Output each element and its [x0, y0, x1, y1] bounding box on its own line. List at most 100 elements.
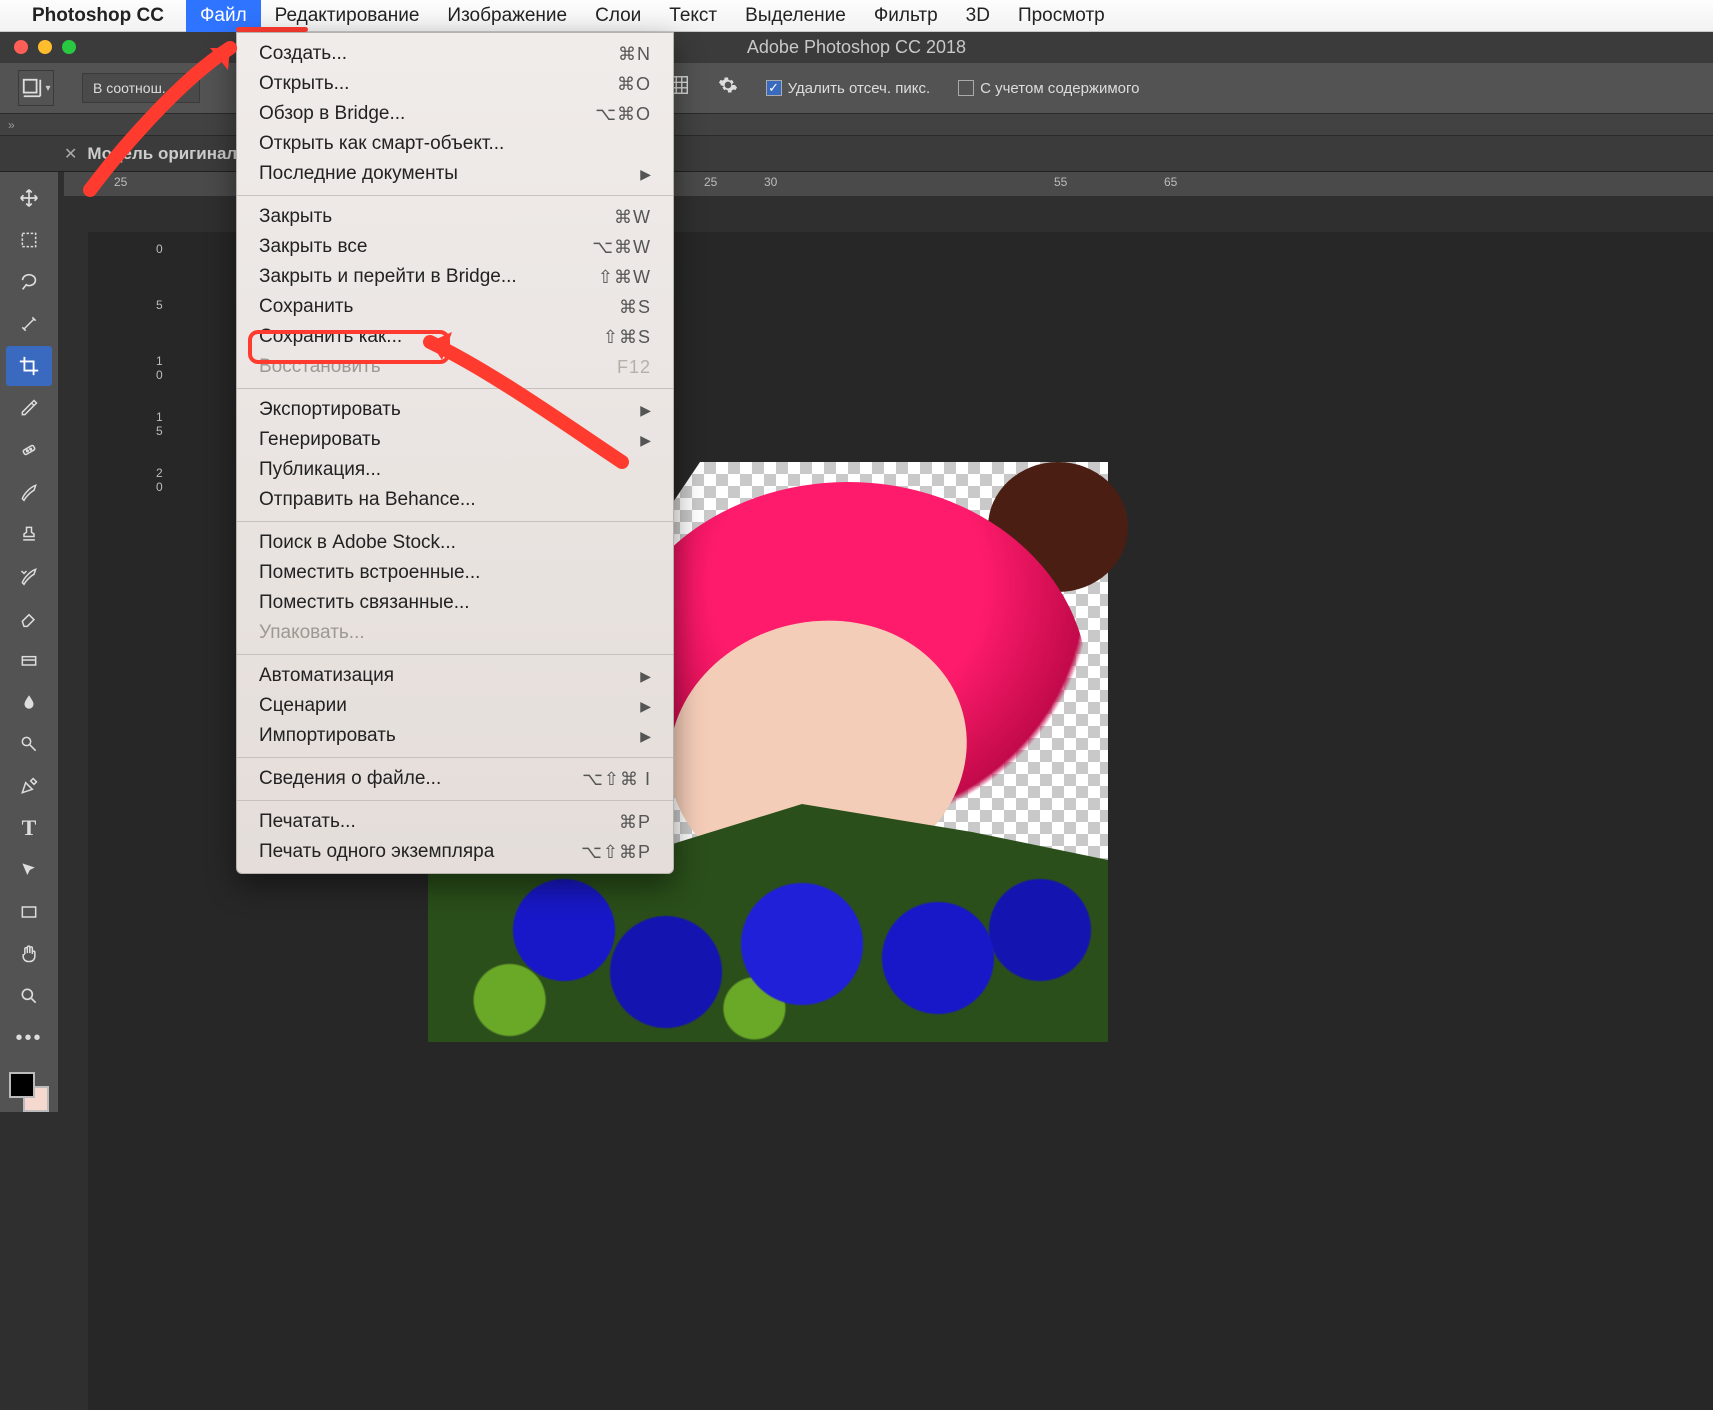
ruler-tick: 1 0: [156, 354, 163, 382]
menu-item[interactable]: Экспортировать▶: [237, 395, 673, 425]
window-minimize-button[interactable]: [38, 40, 52, 54]
menu-item-слои[interactable]: Слои: [581, 0, 655, 32]
menu-item-label: Сохранить: [259, 296, 619, 318]
menu-item[interactable]: Открыть как смарт-объект...: [237, 129, 673, 159]
color-swatch[interactable]: [9, 1072, 49, 1112]
tool-crop[interactable]: [6, 346, 52, 386]
tool-bucket[interactable]: [6, 640, 52, 680]
tool-preset-picker[interactable]: ▾: [18, 70, 54, 106]
tool-pen[interactable]: [6, 766, 52, 806]
menu-item[interactable]: Закрыть все⌥⌘W: [237, 232, 673, 262]
menu-shortcut: ⇧⌘S: [603, 327, 651, 348]
submenu-arrow-icon: ▶: [640, 698, 651, 715]
menu-item[interactable]: Печать одного экземпляра⌥⇧⌘P: [237, 837, 673, 867]
menu-shortcut: ⌥⇧⌘P: [581, 842, 651, 863]
menu-shortcut: ⌘S: [619, 297, 651, 318]
menu-item[interactable]: Автоматизация▶: [237, 661, 673, 691]
menu-item[interactable]: Сведения о файле...⌥⇧⌘ I: [237, 764, 673, 794]
tools-panel: T •••: [0, 172, 58, 1112]
tool-zoom[interactable]: [6, 976, 52, 1016]
tool-eyedropper[interactable]: [6, 388, 52, 428]
menu-item-label: Упаковать...: [259, 622, 651, 644]
menu-item-3d[interactable]: 3D: [952, 0, 1004, 32]
menu-item[interactable]: Поместить встроенные...: [237, 558, 673, 588]
tool-more[interactable]: •••: [6, 1018, 52, 1058]
menu-item-текст[interactable]: Текст: [655, 0, 731, 32]
menu-item[interactable]: Генерировать▶: [237, 425, 673, 455]
menu-item[interactable]: Сценарии▶: [237, 691, 673, 721]
menu-shortcut: ⌘P: [619, 812, 651, 833]
ruler-tick: 0: [156, 242, 163, 256]
tool-marquee[interactable]: [6, 220, 52, 260]
delete-cropped-label: Удалить отсеч. пикс.: [788, 80, 931, 97]
window-zoom-button[interactable]: [62, 40, 76, 54]
ruler-tick: 65: [1164, 175, 1177, 189]
ruler-tick: 5: [156, 298, 163, 312]
crop-ratio-dropdown[interactable]: В соотнош...: [82, 73, 200, 103]
menu-item-label: Последние документы: [259, 163, 640, 185]
tool-stamp[interactable]: [6, 514, 52, 554]
tab-close-icon[interactable]: ✕: [64, 144, 77, 164]
menu-item[interactable]: Отправить на Behance...: [237, 485, 673, 515]
submenu-arrow-icon: ▶: [640, 728, 651, 745]
tool-dodge[interactable]: [6, 724, 52, 764]
crop-ratio-label: В соотнош...: [93, 80, 173, 96]
tool-type[interactable]: T: [6, 808, 52, 848]
menu-item[interactable]: Публикация...: [237, 455, 673, 485]
tool-lasso[interactable]: [6, 262, 52, 302]
menu-item-label: Обзор в Bridge...: [259, 103, 595, 125]
document-tab-title[interactable]: Модель оригинал: [87, 144, 237, 164]
ruler-tick: 25: [704, 175, 717, 189]
menu-item[interactable]: Импортировать▶: [237, 721, 673, 751]
tool-move[interactable]: [6, 178, 52, 218]
tool-path[interactable]: [6, 850, 52, 890]
tool-blur[interactable]: [6, 682, 52, 722]
menu-shortcut: ⌘N: [618, 44, 651, 65]
menu-item-изображение[interactable]: Изображение: [433, 0, 581, 32]
menu-item[interactable]: Создать...⌘N: [237, 39, 673, 69]
menu-item: Упаковать...: [237, 618, 673, 648]
ruler-tick: 30: [764, 175, 777, 189]
menu-item[interactable]: Поиск в Adobe Stock...: [237, 528, 673, 558]
menu-item-label: Генерировать: [259, 429, 640, 451]
menu-item-label: Открыть как смарт-объект...: [259, 133, 651, 155]
app-name[interactable]: Photoshop CC: [32, 5, 164, 27]
tool-wand[interactable]: [6, 304, 52, 344]
window-close-button[interactable]: [14, 40, 28, 54]
menu-shortcut: ⌘W: [614, 207, 651, 228]
menu-shortcut: F12: [617, 357, 651, 378]
tool-eraser[interactable]: [6, 598, 52, 638]
menu-item[interactable]: Сохранить⌘S: [237, 292, 673, 322]
menu-item[interactable]: Печатать...⌘P: [237, 807, 673, 837]
menu-item-label: Импортировать: [259, 725, 640, 747]
delete-cropped-checkbox[interactable]: ✓ Удалить отсеч. пикс.: [766, 80, 931, 97]
tool-history[interactable]: [6, 556, 52, 596]
menu-item-просмотр[interactable]: Просмотр: [1004, 0, 1119, 32]
collapse-arrow-icon[interactable]: »: [8, 118, 15, 132]
menu-item[interactable]: Открыть...⌘O: [237, 69, 673, 99]
menu-item[interactable]: Обзор в Bridge...⌥⌘O: [237, 99, 673, 129]
menu-item-label: Закрыть: [259, 206, 614, 228]
gear-icon[interactable]: [718, 75, 738, 101]
annotation-highlight-box: [248, 330, 450, 364]
content-aware-checkbox[interactable]: С учетом содержимого: [958, 80, 1139, 97]
menu-item[interactable]: Последние документы▶: [237, 159, 673, 189]
tool-shape[interactable]: [6, 892, 52, 932]
content-aware-label: С учетом содержимого: [980, 80, 1139, 97]
menu-item-фильтр[interactable]: Фильтр: [860, 0, 952, 32]
tool-brush[interactable]: [6, 472, 52, 512]
tool-heal[interactable]: [6, 430, 52, 470]
menu-item-label: Печать одного экземпляра: [259, 841, 581, 863]
menu-item-label: Открыть...: [259, 73, 617, 95]
submenu-arrow-icon: ▶: [640, 668, 651, 685]
menu-item-label: Закрыть и перейти в Bridge...: [259, 266, 598, 288]
menu-item-label: Печатать...: [259, 811, 619, 833]
menu-item[interactable]: Закрыть и перейти в Bridge...⇧⌘W: [237, 262, 673, 292]
ruler-tick: 1 5: [156, 410, 163, 438]
menu-item[interactable]: Закрыть⌘W: [237, 202, 673, 232]
menu-item-label: Сценарии: [259, 695, 640, 717]
menu-shortcut: ⌘O: [617, 74, 651, 95]
menu-item-выделение[interactable]: Выделение: [731, 0, 860, 32]
tool-hand[interactable]: [6, 934, 52, 974]
menu-item[interactable]: Поместить связанные...: [237, 588, 673, 618]
